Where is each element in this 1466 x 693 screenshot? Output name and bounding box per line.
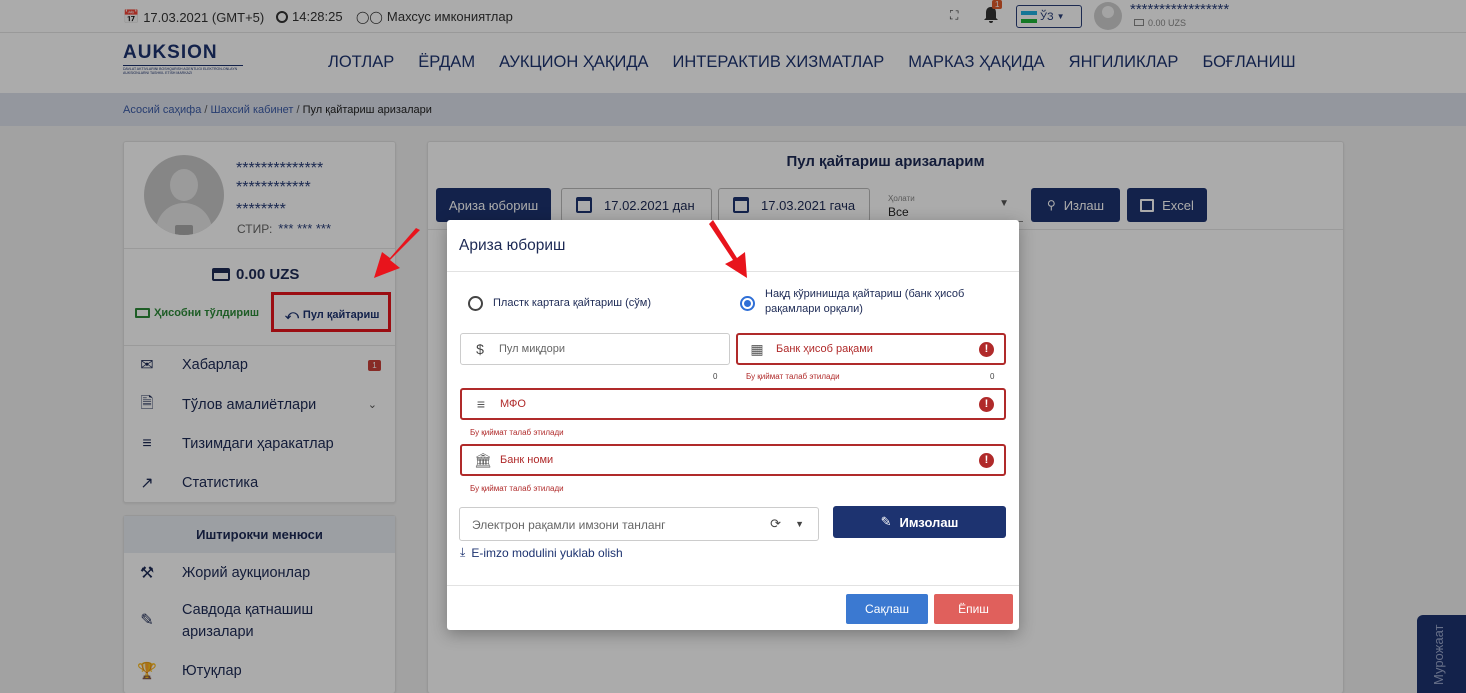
bank-name-placeholder: Банк номи bbox=[500, 454, 554, 466]
bank-account-counter: 0 bbox=[990, 372, 995, 381]
annotation-arrow-icon bbox=[374, 228, 420, 278]
radio-card-refund[interactable]: Пластк картага қайтариш (сўм) bbox=[468, 293, 651, 311]
bank-name-error: Бу қиймат талаб этилади bbox=[470, 484, 564, 493]
radio-card-label: Пластк картага қайтариш (сўм) bbox=[493, 297, 652, 309]
radio-circle-selected bbox=[740, 296, 755, 311]
radio-cash-refund[interactable]: Нақд кўринишда қайтариш (банк ҳисоб рақа… bbox=[740, 287, 1010, 317]
close-button[interactable]: Ёпиш bbox=[934, 594, 1013, 624]
bank-account-field[interactable]: ▦ Банк ҳисоб рақами ! bbox=[736, 333, 1006, 365]
building-icon: ▦ bbox=[750, 340, 764, 357]
download-eimzo-link[interactable]: ⤓ E-imzo modulini yuklab olish bbox=[460, 545, 623, 560]
dollar-icon: $ bbox=[476, 341, 484, 357]
save-label: Сақлаш bbox=[864, 602, 910, 616]
refresh-icon[interactable]: ⟳ bbox=[770, 516, 781, 532]
short-text-icon: ≡ bbox=[476, 396, 486, 412]
error-icon: ! bbox=[979, 453, 994, 468]
signature-placeholder: Электрон рақамли имзони танланг bbox=[472, 518, 666, 532]
mfo-placeholder: МФО bbox=[500, 398, 526, 410]
sign-button[interactable]: ✎ Имзолаш bbox=[833, 506, 1006, 538]
bank-icon: 🏛 bbox=[474, 451, 492, 468]
bank-name-field[interactable]: 🏛 Банк номи ! bbox=[460, 444, 1006, 476]
amount-placeholder: Пул миқдори bbox=[499, 343, 565, 355]
bank-account-placeholder: Банк ҳисоб рақами bbox=[776, 343, 873, 355]
pencil-icon: ✎ bbox=[880, 514, 892, 529]
error-icon: ! bbox=[979, 397, 994, 412]
modal-title: Ариза юбориш bbox=[459, 237, 566, 254]
radio-circle bbox=[468, 296, 483, 311]
amount-counter: 0 bbox=[713, 372, 718, 381]
close-label: Ёпиш bbox=[958, 602, 989, 616]
download-icon: ⤓ bbox=[460, 545, 466, 559]
caret-down-icon[interactable]: ▼ bbox=[795, 516, 804, 532]
bank-account-error: Бу қиймат талаб этилади bbox=[746, 372, 840, 381]
save-button[interactable]: Сақлаш bbox=[846, 594, 928, 624]
annotation-arrow-icon bbox=[709, 220, 747, 278]
signature-select[interactable]: Электрон рақамли имзони танланг ⟳ ▼ bbox=[459, 507, 819, 541]
mfo-error: Бу қиймат талаб этилади bbox=[470, 428, 564, 437]
mfo-field[interactable]: ≡ МФО ! bbox=[460, 388, 1006, 420]
error-icon: ! bbox=[979, 342, 994, 357]
amount-field[interactable]: $ Пул миқдори bbox=[460, 333, 730, 365]
radio-cash-label: Нақд кўринишда қайтариш (банк ҳисоб рақа… bbox=[765, 288, 965, 315]
download-eimzo-label: E-imzo modulini yuklab olish bbox=[471, 545, 623, 560]
sign-label: Имзолаш bbox=[899, 514, 959, 530]
